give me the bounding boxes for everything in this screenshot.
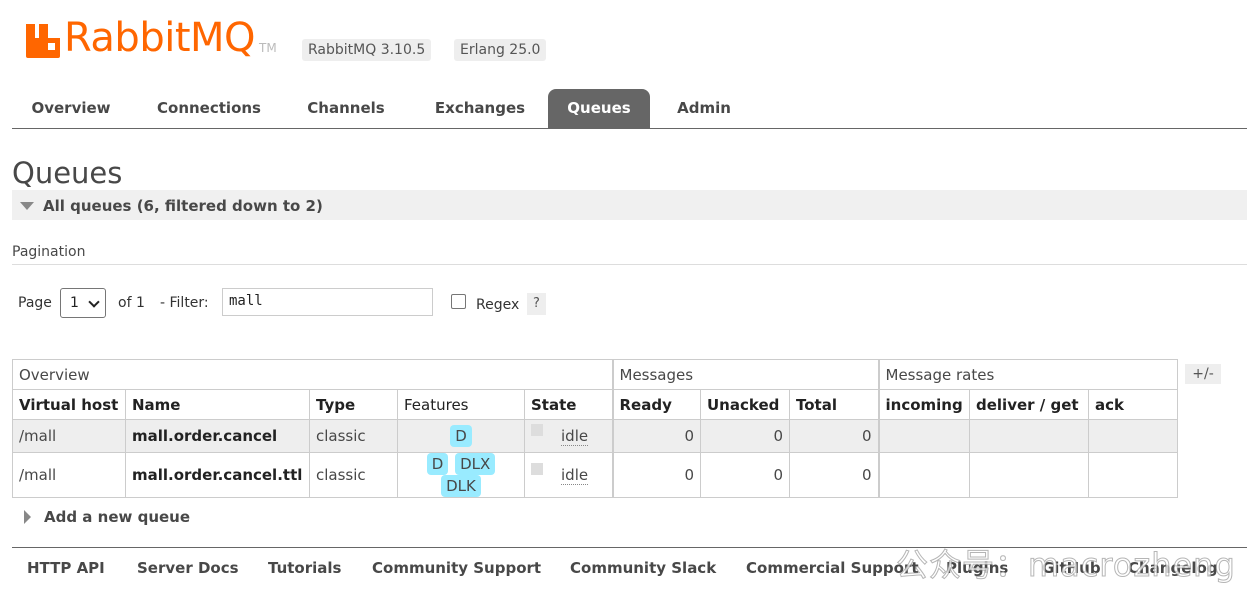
- col-header-total[interactable]: Total: [789, 389, 879, 420]
- queue-name-link[interactable]: mall.order.cancel: [125, 419, 310, 453]
- tab-connections[interactable]: Connections: [146, 89, 272, 128]
- col-header-incoming[interactable]: incoming: [877, 389, 970, 420]
- filter-label: - Filter:: [160, 295, 209, 311]
- deliver-get-cell: [969, 419, 1089, 453]
- all-queues-section-toggle[interactable]: All queues (6, filtered down to 2): [12, 190, 1247, 220]
- col-header-virtual-host[interactable]: Virtual host: [12, 389, 126, 420]
- type-cell: classic: [309, 419, 398, 453]
- group-header-message-rates: Message rates: [877, 359, 1178, 390]
- tab-queues[interactable]: Queues: [548, 89, 650, 128]
- footer-link-community-slack[interactable]: Community Slack: [570, 559, 716, 577]
- toggle-columns-button[interactable]: +/-: [1185, 364, 1221, 384]
- features-cell: D: [397, 419, 525, 453]
- state-indicator-icon: [531, 423, 543, 436]
- rabbitmq-logo: RabbitMQ TM: [26, 18, 277, 58]
- total-cell: 0: [789, 419, 879, 453]
- tab-channels[interactable]: Channels: [292, 89, 400, 128]
- col-header-type[interactable]: Type: [309, 389, 398, 420]
- logo-trademark: TM: [259, 41, 277, 55]
- expand-triangle-icon: [24, 510, 31, 524]
- type-cell: classic: [309, 452, 398, 498]
- features-cell: D DLX DLK: [397, 452, 525, 498]
- page-label: Page: [18, 295, 52, 311]
- total-cell: 0: [789, 452, 879, 498]
- page-select[interactable]: 1: [60, 288, 106, 318]
- pagination-divider: [12, 264, 1247, 265]
- col-header-state[interactable]: State: [524, 389, 613, 420]
- rabbit-logo-icon: [26, 24, 60, 58]
- state-cell: idle: [524, 452, 613, 498]
- ready-cell: 0: [611, 419, 701, 453]
- footer-link-community-support[interactable]: Community Support: [372, 559, 541, 577]
- vhost-cell: /mall: [12, 419, 126, 453]
- incoming-cell: [877, 419, 970, 453]
- state-cell: idle: [524, 419, 613, 453]
- footer-link-server-docs[interactable]: Server Docs: [137, 559, 239, 577]
- incoming-cell: [877, 452, 970, 498]
- table-row: /mall mall.order.cancel.ttl classic D DL…: [12, 452, 1178, 498]
- deliver-get-cell: [969, 452, 1089, 498]
- regex-checkbox[interactable]: [451, 294, 466, 309]
- watermark-text: 公众号：macrozheng: [896, 546, 1236, 585]
- regex-label: Regex: [476, 297, 520, 313]
- rabbitmq-version-badge: RabbitMQ 3.10.5: [302, 39, 432, 61]
- page-title: Queues: [12, 156, 123, 190]
- page-select-value: 1: [70, 295, 79, 311]
- state-text: idle: [561, 427, 589, 446]
- tab-admin[interactable]: Admin: [664, 89, 744, 128]
- col-header-features: Features: [397, 389, 525, 420]
- feature-badge-dlx: DLX: [455, 453, 496, 475]
- pagination-label: Pagination: [12, 244, 86, 260]
- add-queue-label: Add a new queue: [44, 508, 191, 526]
- tab-overview[interactable]: Overview: [12, 89, 130, 128]
- vhost-cell: /mall: [12, 452, 126, 498]
- ack-cell: [1088, 419, 1178, 453]
- footer-link-http-api[interactable]: HTTP API: [27, 559, 105, 577]
- collapse-triangle-icon: [20, 202, 34, 210]
- chevron-down-icon: [88, 296, 100, 308]
- feature-badge-dlk: DLK: [441, 475, 481, 497]
- filter-input[interactable]: mall: [222, 288, 433, 316]
- table-row: /mall mall.order.cancel classic D idle 0…: [12, 419, 1178, 453]
- all-queues-label: All queues (6, filtered down to 2): [43, 197, 323, 215]
- ready-cell: 0: [611, 452, 701, 498]
- col-header-ready[interactable]: Ready: [611, 389, 701, 420]
- logo-text: RabbitMQ: [64, 15, 256, 61]
- unacked-cell: 0: [700, 419, 790, 453]
- state-text: idle: [561, 466, 589, 485]
- unacked-cell: 0: [700, 452, 790, 498]
- col-header-ack[interactable]: ack: [1088, 389, 1178, 420]
- feature-badge-durable: D: [450, 425, 472, 447]
- queue-name-link[interactable]: mall.order.cancel.ttl: [125, 452, 310, 498]
- queues-table: Overview Messages Message rates Virtual …: [12, 359, 1178, 498]
- main-nav-tabs: Overview Connections Channels Exchanges …: [12, 89, 1247, 129]
- col-header-deliver-get[interactable]: deliver / get: [969, 389, 1089, 420]
- col-header-name[interactable]: Name: [125, 389, 310, 420]
- footer-link-tutorials[interactable]: Tutorials: [268, 559, 341, 577]
- state-indicator-icon: [531, 462, 543, 475]
- col-header-unacked[interactable]: Unacked: [700, 389, 790, 420]
- footer-link-commercial-support[interactable]: Commercial Support: [746, 559, 919, 577]
- ack-cell: [1088, 452, 1178, 498]
- page-of-label: of 1: [118, 295, 145, 311]
- tab-exchanges[interactable]: Exchanges: [420, 89, 540, 128]
- group-header-messages: Messages: [611, 359, 879, 390]
- group-header-overview: Overview: [12, 359, 613, 390]
- regex-help-button[interactable]: ?: [527, 293, 546, 315]
- feature-badge-durable: D: [426, 453, 449, 475]
- erlang-version-badge: Erlang 25.0: [454, 39, 547, 61]
